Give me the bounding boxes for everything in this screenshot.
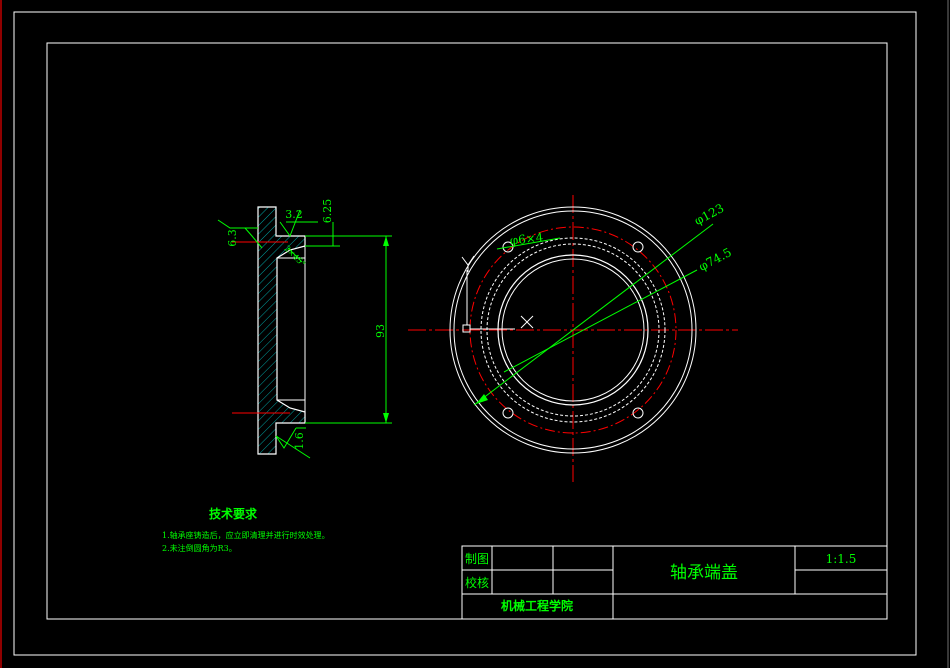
tech-requirement-2: 2.未注倒圆角为R3。 [162,543,237,553]
bolt-hole-bottom-left [502,407,514,419]
part-name: 轴承端盖 [670,563,738,583]
checked-by-label: 校核 [465,575,489,590]
section-profile [257,206,306,455]
roughness-left-label: 6.3 [226,229,239,247]
dim-arrow-top [383,236,389,246]
roughness-bottom-label: 1.6 [293,432,306,450]
tech-requirements: 技术要求 1.轴承座铸造后，应立即清理并进行时效处理。 2.未注倒圆角为R3。 [162,506,330,553]
tech-requirements-title: 技术要求 [209,506,258,521]
snap-marker [462,324,471,333]
section-view: 93 6.25 3.2 6.3 2×45° 1.6 [217,199,392,459]
bolt-hole-top-right [632,241,644,253]
front-view: φ123 φ74.5 φ6×4 [408,195,738,482]
dim-holes-label: φ6×4 [509,230,544,247]
roughness-left-symbol [217,219,258,229]
scale-value: 1:1.5 [826,552,857,566]
school-name: 机械工程学院 [501,598,573,613]
dim-outer-label: φ123 [692,201,726,228]
drawn-by-label: 制图 [465,552,489,566]
dim-height-label: 93 [374,324,387,338]
dim-bolt-leader [503,269,698,373]
tech-requirement-1: 1.轴承座铸造后，应立即清理并进行时效处理。 [162,530,330,540]
dim-bolt-circle-label: φ74.5 [696,245,734,274]
dim-arrow-bottom [383,413,389,423]
title-block: 制图 校核 轴承端盖 1:1.5 机械工程学院 [461,545,888,620]
y-axis-letter [461,255,475,266]
roughness-top-label: 3.2 [285,208,303,221]
cad-drawing-canvas: 93 6.25 3.2 6.3 2×45° 1.6 φ123 φ74.5 φ6×… [0,0,949,668]
dim-top-label: 6.25 [321,199,334,224]
